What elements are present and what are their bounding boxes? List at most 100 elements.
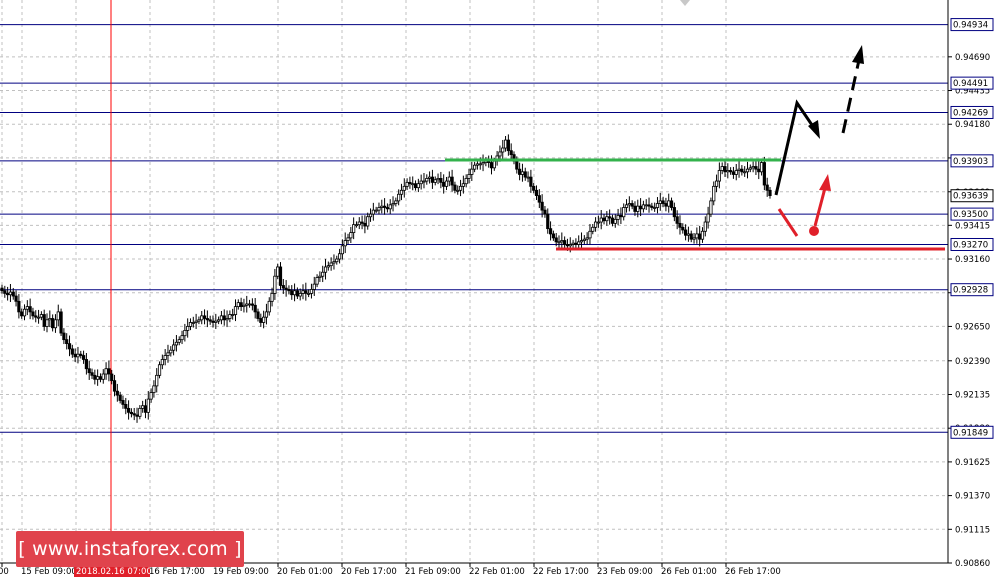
- candle-body: [762, 162, 766, 186]
- candle-body: [295, 290, 299, 297]
- candle-body: [124, 404, 128, 409]
- candle-body: [537, 195, 541, 203]
- price-tick-label: 0.94180: [955, 120, 990, 130]
- price-tick-label: 0.92135: [955, 390, 990, 400]
- candle-body: [39, 314, 43, 318]
- candle-body: [456, 189, 460, 192]
- candle-body: [160, 359, 164, 366]
- candle-body: [321, 271, 325, 277]
- candle-body: [172, 344, 176, 351]
- candle-body: [323, 266, 328, 273]
- candle-body: [217, 319, 221, 322]
- candle-body: [717, 170, 721, 182]
- candle-body: [205, 318, 209, 321]
- candle-body: [42, 314, 46, 327]
- candle-body: [357, 221, 361, 226]
- candle-body: [509, 150, 513, 156]
- candle-body: [408, 181, 412, 185]
- candle-body: [700, 230, 705, 240]
- candle-body: [81, 355, 86, 360]
- level-label: 0.92928: [953, 286, 988, 296]
- time-tick-label: 19 Feb 09:00: [213, 567, 269, 577]
- candle-body: [354, 224, 359, 227]
- candle-body: [686, 233, 691, 236]
- candle-body: [211, 320, 215, 323]
- candle-body: [425, 178, 429, 182]
- candle-body: [681, 226, 685, 231]
- price-chart: 0.946900.944350.941800.939250.936690.934…: [0, 0, 994, 577]
- candle-body: [366, 216, 370, 227]
- candle-body: [264, 311, 269, 318]
- candle-body: [0, 287, 4, 292]
- candle-body: [667, 200, 671, 207]
- candle-body: [146, 398, 150, 413]
- price-tick-label: 0.93415: [955, 221, 990, 231]
- candle-body: [714, 180, 719, 187]
- candle-body: [571, 242, 575, 245]
- candle-body: [337, 253, 342, 260]
- candle-body: [307, 292, 311, 295]
- candle-body: [267, 300, 271, 313]
- price-tick-label: 0.91370: [955, 492, 990, 502]
- candle-body: [588, 230, 592, 239]
- candle-body: [444, 180, 449, 187]
- candle-body: [672, 207, 676, 218]
- candle-body: [563, 240, 567, 245]
- candle-body: [45, 319, 49, 327]
- price-tick-label: 0.92390: [955, 357, 990, 367]
- time-tick-label: 20 Feb 01:00: [277, 567, 333, 577]
- candle-body: [101, 373, 105, 380]
- time-tick-label: 22 Feb 01:00: [469, 567, 525, 577]
- candle-body: [388, 204, 392, 210]
- candle-body: [70, 348, 74, 355]
- candle-body: [155, 374, 159, 387]
- candle-body: [28, 306, 32, 313]
- candle-body: [498, 151, 502, 157]
- candle-body: [208, 319, 212, 322]
- level-label: 0.93270: [953, 240, 988, 250]
- candle-body: [402, 185, 406, 191]
- candle-body: [433, 179, 437, 183]
- time-tick-label: 16 Feb 17:00: [149, 567, 205, 577]
- price-tick-label: 0.91625: [955, 458, 990, 468]
- candle-body: [110, 373, 114, 382]
- time-tick-label: 21 Feb 09:00: [405, 567, 461, 577]
- candle-body: [34, 315, 38, 318]
- candle-body: [219, 315, 224, 321]
- candle-body: [36, 316, 41, 319]
- candle-body: [76, 353, 80, 358]
- candle-body: [11, 291, 15, 297]
- candle-body: [709, 200, 713, 215]
- candle-body: [25, 306, 29, 310]
- candle-body: [678, 222, 682, 228]
- candle-body: [515, 160, 519, 170]
- candle-body: [675, 216, 679, 224]
- candle-body: [56, 311, 60, 321]
- candle-body: [174, 341, 179, 346]
- level-label: 0.93903: [953, 157, 988, 167]
- candle-body: [748, 167, 752, 170]
- candle-body: [228, 314, 232, 319]
- candle-body: [202, 315, 207, 319]
- candle-body: [326, 265, 330, 268]
- candle-body: [197, 319, 201, 322]
- candle-body: [152, 385, 156, 393]
- price-tick-label: 0.93160: [955, 255, 990, 265]
- candle-body: [93, 374, 97, 380]
- candle-body: [489, 162, 494, 169]
- candle-body: [754, 166, 758, 170]
- candle-body: [706, 213, 710, 223]
- candle-body: [231, 314, 235, 316]
- candle-body: [577, 241, 581, 245]
- candle-body: [461, 183, 465, 187]
- candle-body: [382, 205, 387, 208]
- candle-body: [543, 209, 547, 215]
- candle-body: [624, 204, 629, 208]
- candle-body: [31, 311, 35, 317]
- candle-body: [59, 311, 63, 334]
- candle-body: [768, 189, 772, 196]
- price-tick-label: 0.94690: [955, 53, 990, 63]
- candle-body: [169, 349, 173, 354]
- candle-body: [743, 171, 747, 174]
- candle-body: [98, 376, 103, 380]
